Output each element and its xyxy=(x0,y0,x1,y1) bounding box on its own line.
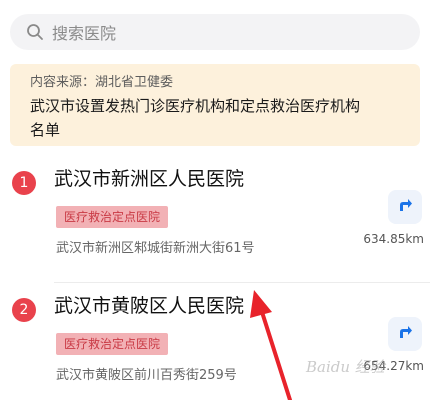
list-divider xyxy=(54,282,430,283)
notice-source: 内容来源：湖北省卫健委 xyxy=(30,75,174,90)
hospital-address: 武汉市新洲区邾城街新洲大街61号 xyxy=(56,241,255,256)
notice-title-line: 名单 xyxy=(30,121,61,139)
navigate-button[interactable] xyxy=(388,317,422,351)
hospital-name[interactable]: 武汉市新洲区人民医院 xyxy=(54,162,244,196)
hospital-tag: 医疗救治定点医院 xyxy=(56,206,169,228)
hospital-distance: 634.85km xyxy=(363,232,424,246)
hospital-list-item[interactable]: 2 武汉市黄陂区人民医院 医疗救治定点医院 武汉市黄陂区前川百秀街259号 65… xyxy=(0,285,430,405)
hospital-list-item[interactable]: 1 武汉市新洲区人民医院 医疗救治定点医院 武汉市新洲区邾城街新洲大街61号 6… xyxy=(0,158,430,283)
rank-badge: 2 xyxy=(12,298,36,322)
rank-badge: 1 xyxy=(12,171,36,195)
search-bar[interactable]: 搜索医院 xyxy=(10,14,420,50)
baidu-watermark: Baidu 经验 xyxy=(306,358,385,376)
navigate-arrow-icon xyxy=(396,196,414,218)
search-icon xyxy=(26,23,44,41)
search-input[interactable]: 搜索医院 xyxy=(52,20,116,44)
hospital-tag: 医疗救治定点医院 xyxy=(56,333,169,355)
notice-banner[interactable]: 内容来源：湖北省卫健委 武汉市设置发热门诊医疗机构和定点救治医疗机构 名单 xyxy=(10,64,420,146)
notice-title-line: 武汉市设置发热门诊医疗机构和定点救治医疗机构 xyxy=(30,97,361,115)
navigate-button[interactable] xyxy=(388,190,422,224)
hospital-address: 武汉市黄陂区前川百秀街259号 xyxy=(56,368,237,383)
navigate-arrow-icon xyxy=(396,323,414,345)
notice-title: 武汉市设置发热门诊医疗机构和定点救治医疗机构 名单 xyxy=(30,94,406,142)
hospital-name[interactable]: 武汉市黄陂区人民医院 xyxy=(54,289,244,323)
